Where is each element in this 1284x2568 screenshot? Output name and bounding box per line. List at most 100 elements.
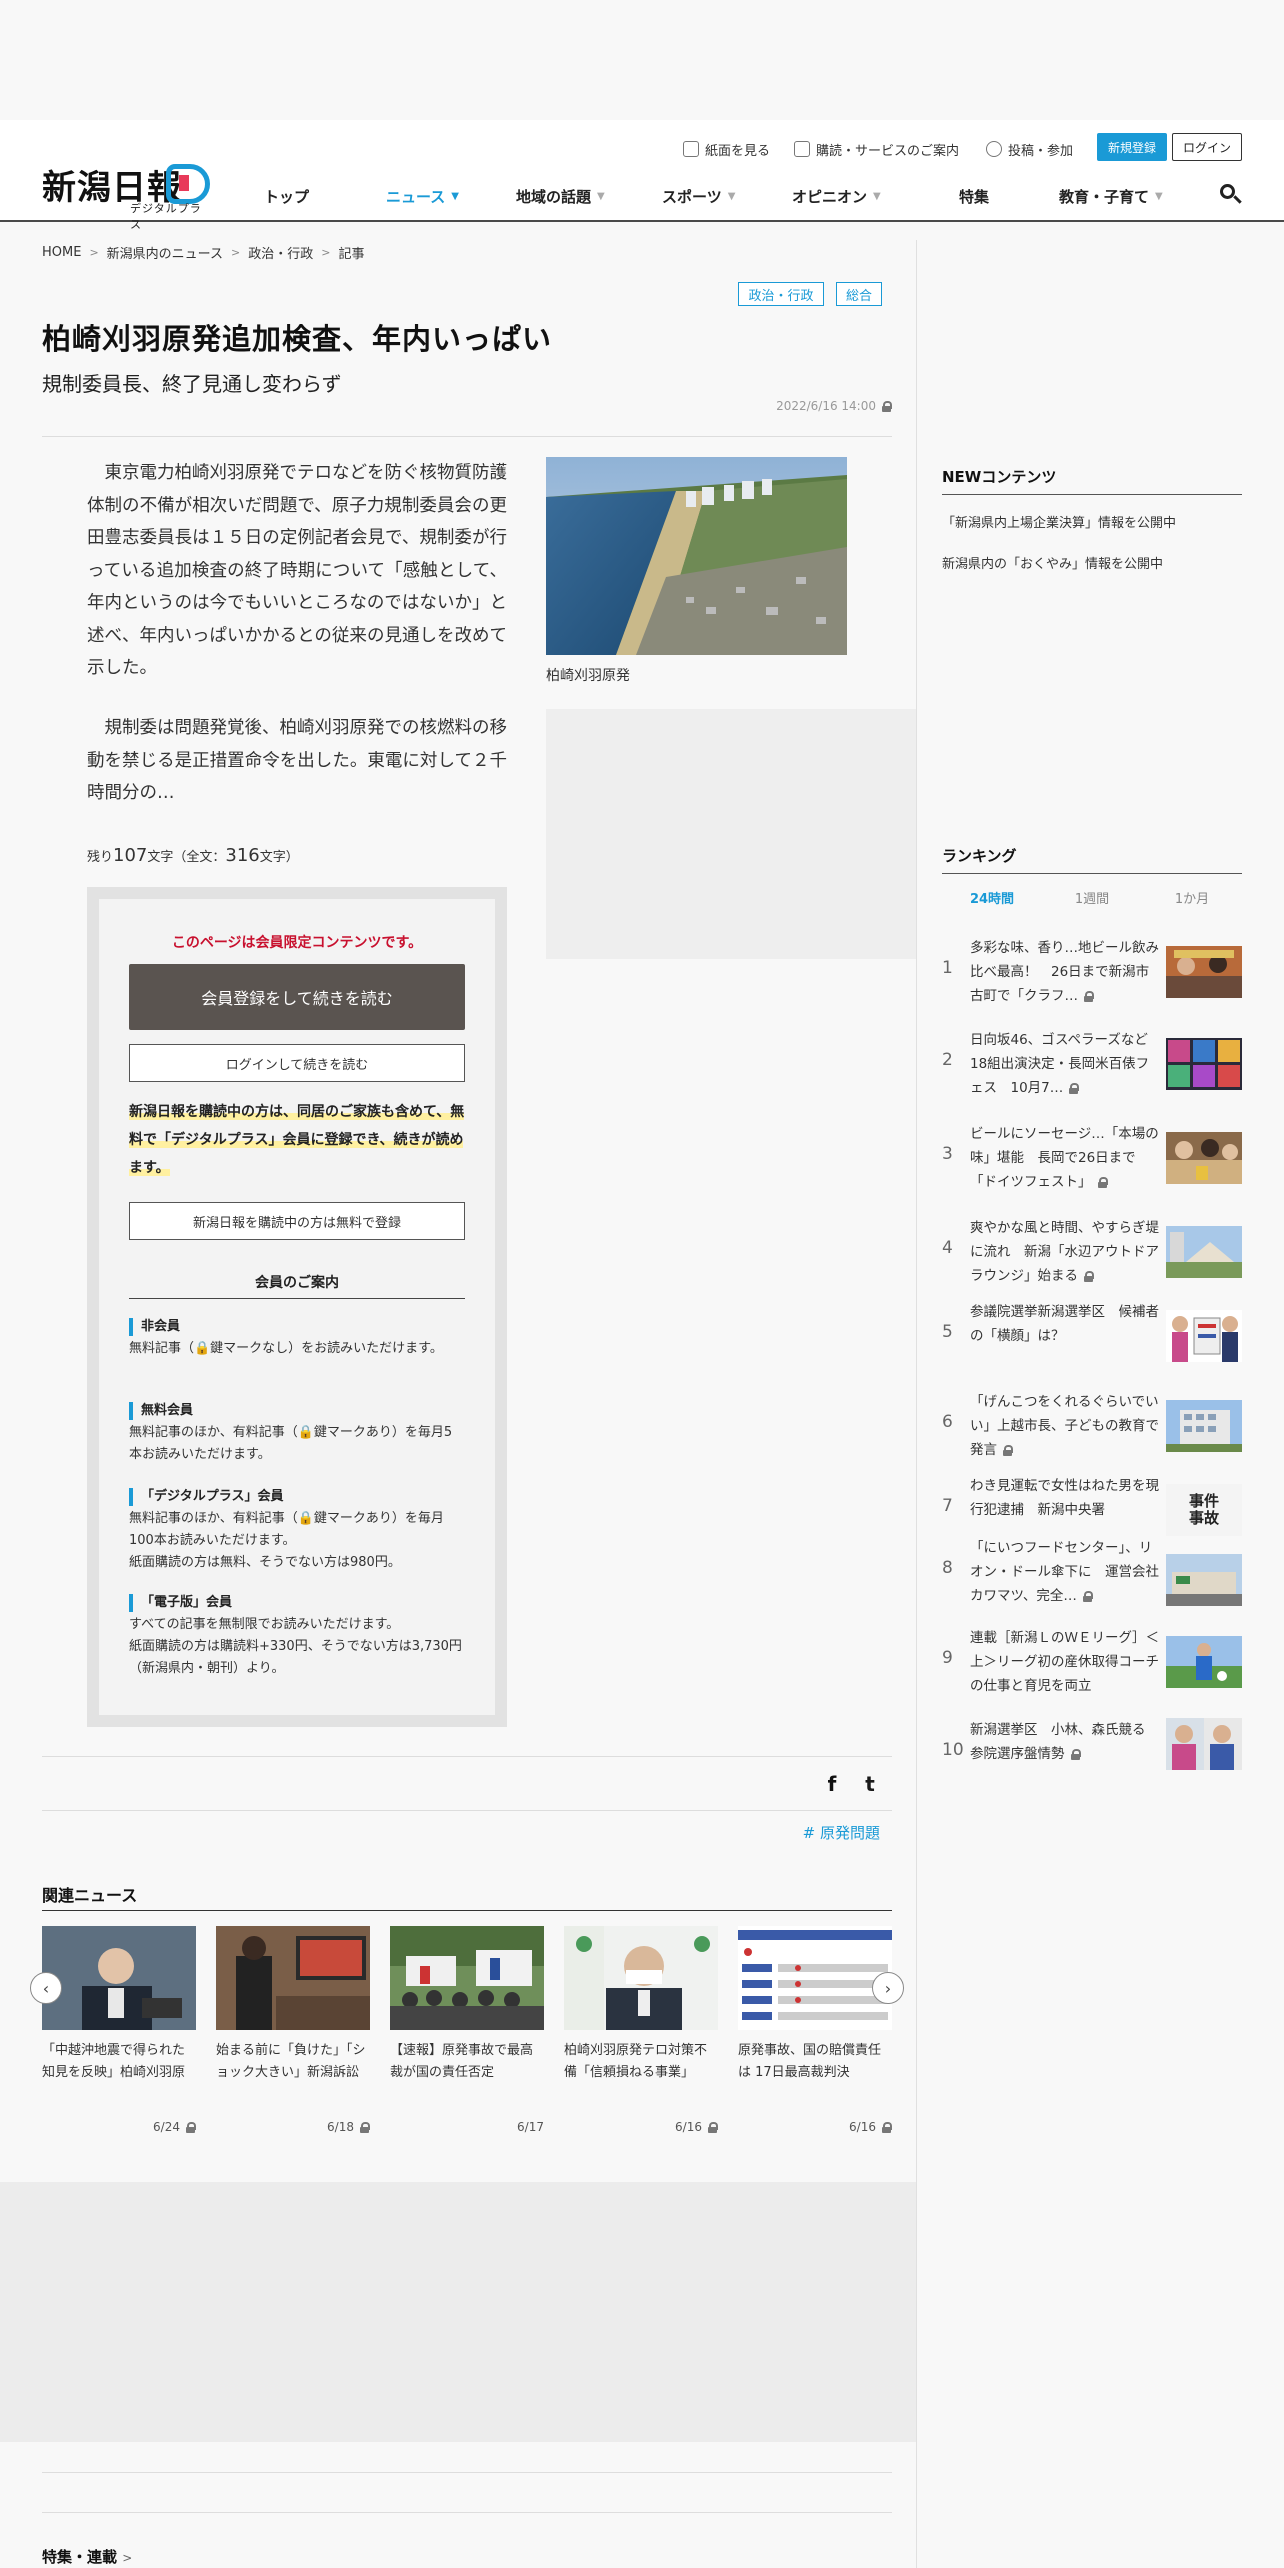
rank-title: 参議院選挙新潟選挙区 候補者の「横顔」は？ xyxy=(970,1300,1160,1348)
tier-description: すべての記事を無制限でお読みいただけます。 xyxy=(129,1617,400,1632)
rank-number: 7 xyxy=(942,1496,953,1516)
subscriber-register-button[interactable]: 新潟日報を購読中の方は無料で登録 xyxy=(129,1202,465,1240)
divider xyxy=(42,2472,892,2473)
article-date: 2022/6/16 14:00 xyxy=(700,399,892,413)
lock-icon xyxy=(1068,1082,1080,1094)
lock-icon xyxy=(1097,1176,1108,1188)
ranking-item[interactable]: 8 「にいつフードセンター」、リオン・ドール傘下に 運営会社カワマツ、完全… xyxy=(942,1536,1242,1608)
related-card-title: 柏崎刈羽原発テロ対策不備「信頼損ねる事業」 xyxy=(564,2043,708,2080)
related-card-title: 原発事故、国の賠償責任は 17日最高裁判決 xyxy=(738,2043,882,2080)
carousel-next-button[interactable]: › xyxy=(872,1972,904,2004)
rank-thumbnail xyxy=(1166,946,1242,998)
ranking-item[interactable]: 5 参議院選挙新潟選挙区 候補者の「横顔」は？ xyxy=(942,1300,1242,1372)
column-divider xyxy=(916,240,917,2568)
rank-thumbnail xyxy=(1166,1554,1242,1606)
rank-thumbnail xyxy=(1166,1038,1242,1090)
ranking-item[interactable]: 10 新潟選挙区 小林、森氏競る 参院選序盤情勢 xyxy=(942,1718,1242,1790)
nav-news[interactable]: ニュース ▼ xyxy=(386,184,459,208)
tier-non-member: 非会員 無料記事（🔒鍵マークなし）をお読みいただけます。 xyxy=(129,1318,465,1360)
remain-suffix: 文字） xyxy=(259,850,299,865)
new-contents-item[interactable]: 新潟県内の「おくやみ」情報を公開中 xyxy=(942,553,1242,572)
ranking-item[interactable]: 3 ビールにソーセージ…「本場の味」堪能 長岡で26日まで「ドイツフェスト」 xyxy=(942,1122,1242,1194)
caret-down-icon: ▼ xyxy=(451,190,459,202)
facebook-icon[interactable]: f xyxy=(820,1772,844,1796)
nav-education[interactable]: 教育・子育て ▼ xyxy=(1059,184,1163,208)
rank-title-text: ビールにソーセージ…「本場の味」堪能 長岡で26日まで「ドイツフェスト」 xyxy=(970,1126,1159,1190)
util-link-post[interactable]: 投稿・参加 xyxy=(986,138,1073,160)
tab-24h[interactable]: 24時間 xyxy=(942,888,1042,907)
login-button[interactable]: ログイン xyxy=(1172,133,1242,161)
nav-opinion[interactable]: オピニオン ▼ xyxy=(792,184,881,208)
rank-number: 10 xyxy=(942,1740,964,1760)
logo-subtitle: デジタルプラス xyxy=(130,202,202,231)
rank-title-text: 「げんこつをくれるぐらいでいい」上越市長、子どもの教育で発言 xyxy=(970,1394,1159,1458)
nav-region[interactable]: 地域の話題 ▼ xyxy=(516,184,605,208)
new-contents-item[interactable]: 「新潟県内上場企業決算」情報を公開中 xyxy=(942,512,1242,531)
site-logo[interactable]: 新潟日報 デジタルプラス xyxy=(42,160,210,231)
util-link-newspaper[interactable]: 紙面を見る xyxy=(683,138,770,160)
breadcrumb-separator: > xyxy=(321,246,331,259)
lock-icon xyxy=(359,2122,370,2133)
ranking-item[interactable]: 2 日向坂46、ゴスペラーズなど18組出演決定・長岡米百俵フェス 10月7… xyxy=(942,1028,1242,1100)
breadcrumb-politics[interactable]: 政治・行政 xyxy=(248,243,313,262)
tag-politics[interactable]: 政治・行政 xyxy=(738,282,824,306)
util-link-subscribe[interactable]: 購読・サービスのご案内 xyxy=(794,138,959,160)
newspaper-icon xyxy=(683,141,699,157)
breadcrumb-home[interactable]: HOME xyxy=(42,245,81,260)
related-thumbnail xyxy=(738,1926,892,2030)
tier-name: 「デジタルプラス」会員 xyxy=(129,1488,465,1506)
paywall-note: 新潟日報を購読中の方は、同居のご家族も含めて、無料で「デジタルプラス」会員に登録… xyxy=(129,1098,465,1182)
topic-tag[interactable]: # 原発問題 xyxy=(700,1822,880,1843)
tab-1month[interactable]: 1か月 xyxy=(1142,888,1242,907)
tag-general[interactable]: 総合 xyxy=(836,282,882,306)
article-photo[interactable] xyxy=(546,457,847,655)
rank-title: 多彩な味、香り…地ビール飲み比べ最高！ 26日まで新潟市古町で「クラフ… xyxy=(970,936,1160,1008)
ranking-item[interactable]: 6 「げんこつをくれるぐらいでいい」上越市長、子どもの教育で発言 xyxy=(942,1390,1242,1462)
ad-placeholder xyxy=(546,709,916,959)
section-underline xyxy=(42,1910,892,1911)
rank-thumbnail xyxy=(1166,1226,1242,1278)
login-to-read-button[interactable]: ログインして続きを読む xyxy=(129,1044,465,1082)
nav-top[interactable]: トップ xyxy=(264,184,309,208)
carousel-prev-button[interactable]: ‹ xyxy=(30,1972,62,2004)
caret-down-icon: ▼ xyxy=(873,190,881,202)
rank-title-text: 連載［新潟ＬのＷＥリーグ］＜上＞リーグ初の産休取得コーチの仕事と育児を両立 xyxy=(970,1630,1159,1694)
register-to-read-button[interactable]: 会員登録をして続きを読む xyxy=(129,964,465,1030)
related-card[interactable]: 始まる前に「負けた」「ショック大きい」新潟訴訟の原告は落胆と怒り 6/18 xyxy=(216,1926,370,2134)
nav-sports[interactable]: スポーツ ▼ xyxy=(662,184,735,208)
nav-feature[interactable]: 特集 xyxy=(959,184,989,208)
twitter-icon[interactable]: t xyxy=(858,1772,882,1796)
new-contents-title: NEWコンテンツ xyxy=(942,468,1057,486)
rank-thumbnail xyxy=(1166,1636,1242,1688)
search-icon[interactable] xyxy=(1218,182,1242,206)
related-card[interactable]: 【速報】原発事故で最高裁が国の責任否定 6/17 xyxy=(390,1926,544,2134)
nav-label: トップ xyxy=(264,187,310,206)
related-card-date: 6/17 xyxy=(390,2120,544,2134)
nav-label: スポーツ xyxy=(662,187,722,206)
rank-number: 6 xyxy=(942,1412,953,1432)
rank-title-text: 「にいつフードセンター」、リオン・ドール傘下に 運営会社カワマツ、完全… xyxy=(970,1540,1159,1604)
util-label: 投稿・参加 xyxy=(1008,143,1074,159)
caret-down-icon: ▼ xyxy=(727,190,736,202)
breadcrumb-news[interactable]: 新潟県内のニュース xyxy=(107,243,223,262)
related-card[interactable]: 原発事故、国の賠償責任は 17日最高裁判決 6/16 xyxy=(738,1926,892,2134)
lock-icon xyxy=(881,2122,892,2133)
ranking-item[interactable]: 9 連載［新潟ＬのＷＥリーグ］＜上＞リーグ初の産休取得コーチの仕事と育児を両立 xyxy=(942,1626,1242,1698)
rank-number: 9 xyxy=(942,1648,953,1668)
chevron-right-icon: > xyxy=(122,2551,133,2565)
article-paragraph-2: 規制委は問題発覚後、柏崎刈羽原発での核燃料の移動を禁じる是正措置命令を出した。東… xyxy=(87,718,507,803)
tier-name: 「電子版」会員 xyxy=(129,1594,465,1612)
tab-1week[interactable]: 1週間 xyxy=(1042,888,1142,907)
related-card[interactable]: 「中越沖地震で得られた知見を反映」柏崎刈羽原発・稲垣武之所長 6/24 xyxy=(42,1926,196,2134)
related-card[interactable]: 柏崎刈羽原発テロ対策不備「信頼損ねる事業」 6/16 xyxy=(564,1926,718,2134)
breadcrumb-separator: > xyxy=(89,246,99,259)
rank-thumbnail xyxy=(1166,1400,1242,1452)
article-paragraph-1: 東京電力柏崎刈羽原発でテロなどを防ぐ核物質防護体制の不備が相次いだ問題で、原子力… xyxy=(87,463,507,678)
register-button[interactable]: 新規登録 xyxy=(1097,133,1167,161)
ranking-item[interactable]: 1 多彩な味、香り…地ビール飲み比べ最高！ 26日まで新潟市古町で「クラフ… xyxy=(942,936,1242,1008)
ranking-tabs: 24時間 1週間 1か月 xyxy=(942,888,1242,907)
rank-title-text: 日向坂46、ゴスペラーズなど18組出演決定・長岡米百俵フェス 10月7… xyxy=(970,1032,1150,1096)
related-card-date: 6/16 xyxy=(564,2120,718,2134)
ranking-item[interactable]: 4 爽やかな風と時間、やすらぎ堤に流れ 新潟「水辺アウトドアラウンジ」始まる xyxy=(942,1216,1242,1288)
feature-series-link[interactable]: 特集・連載 > xyxy=(42,2546,132,2567)
